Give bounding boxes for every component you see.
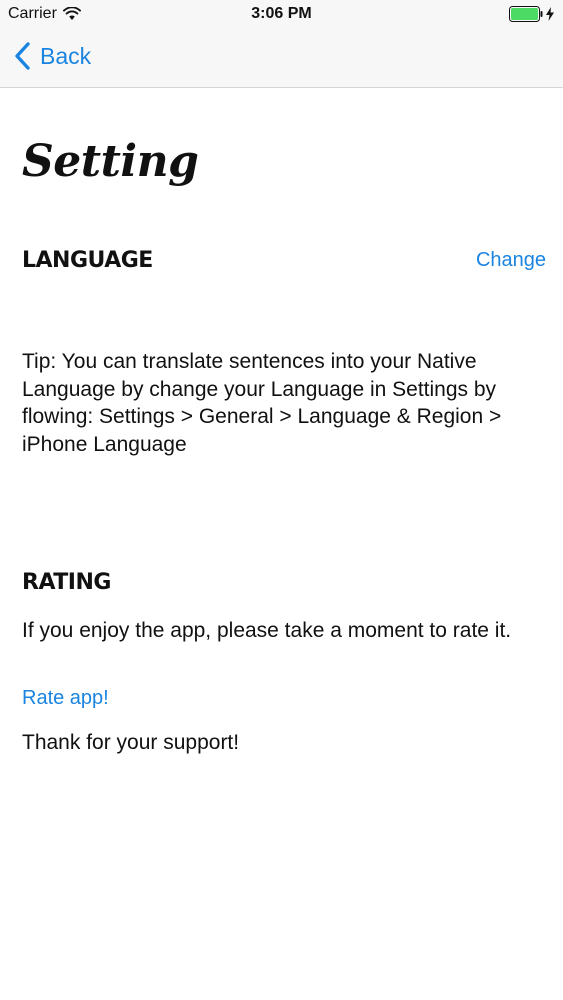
thanks-text: Thank for your support! (22, 731, 240, 754)
battery-icon (509, 6, 543, 22)
rate-app-button[interactable]: Rate app! (22, 687, 109, 710)
rating-heading: RATING (22, 570, 111, 595)
change-language-button[interactable]: Change (476, 249, 546, 272)
chevron-left-icon (15, 42, 30, 70)
language-tip-text: Tip: You can translate sentences into yo… (22, 350, 502, 456)
back-button[interactable]: Back (14, 42, 91, 70)
navigation-bar: Back (0, 30, 563, 88)
back-label: Back (40, 42, 92, 69)
language-heading: LANGUAGE (22, 248, 153, 273)
rating-description: If you enjoy the app, please take a mome… (22, 619, 512, 642)
status-time: 3:06 PM (251, 5, 312, 22)
page-title: Setting (22, 136, 199, 187)
charging-bolt-icon (546, 7, 554, 21)
status-bar: Carrier 3:06 PM (0, 0, 563, 30)
status-right (509, 6, 555, 22)
